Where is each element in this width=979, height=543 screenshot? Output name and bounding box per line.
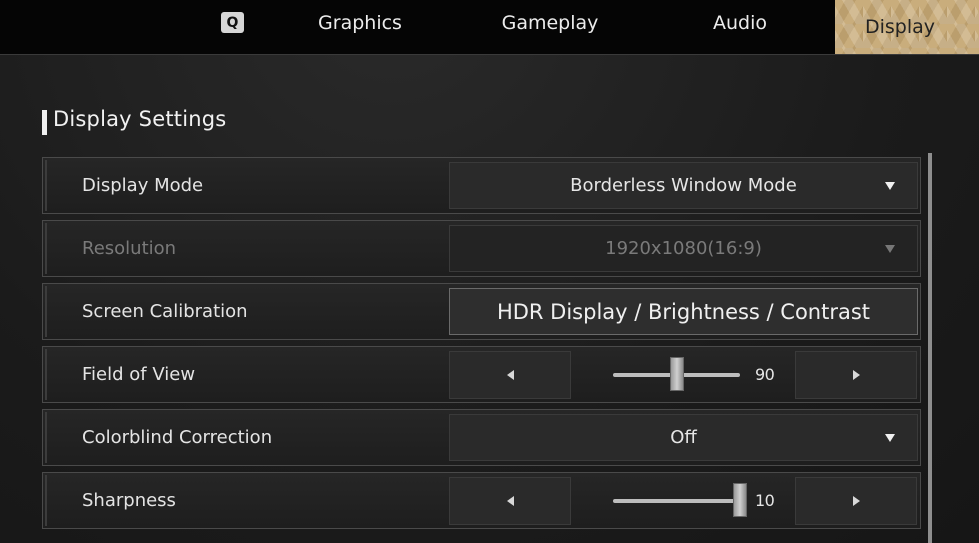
section-title: Display Settings [53,107,227,131]
slider-value: 10 [755,491,775,510]
scrollbar[interactable] [928,153,932,543]
slider-thumb[interactable] [669,357,684,391]
arrow-left-icon [506,370,514,380]
decrease-button[interactable] [449,351,571,399]
dropdown-value: 1920x1080(16:9) [605,238,762,259]
slider-thumb[interactable] [733,483,747,517]
slider-track[interactable] [613,499,740,503]
setting-label: Field of View [82,364,196,385]
tab-audio[interactable]: Audio [690,0,790,46]
arrow-right-icon [852,370,860,380]
slider-value: 90 [755,365,775,384]
section-marker [42,110,47,135]
increase-button[interactable] [795,477,917,525]
setting-label: Resolution [82,238,177,259]
arrow-left-icon [506,496,514,506]
setting-row-colorblind-correction: Colorblind Correction Off [42,409,921,466]
settings-screen: Q Graphics Gameplay Audio Display Displa… [0,0,979,543]
top-navigation: Q Graphics Gameplay Audio Display [0,0,979,55]
decrease-button[interactable] [449,477,571,525]
display-mode-dropdown[interactable]: Borderless Window Mode [449,162,918,209]
setting-row-resolution: Resolution 1920x1080(16:9) [42,220,921,277]
increase-button[interactable] [795,351,917,399]
chevron-down-icon [885,433,895,442]
tab-graphics[interactable]: Graphics [300,0,420,46]
setting-label: Sharpness [82,490,176,511]
setting-label: Colorblind Correction [82,427,273,448]
dropdown-value: Borderless Window Mode [570,175,797,196]
q-key-hint[interactable]: Q [221,12,244,33]
tab-gameplay[interactable]: Gameplay [480,0,620,46]
setting-label: Display Mode [82,175,204,196]
chevron-down-icon [885,244,895,253]
resolution-dropdown: 1920x1080(16:9) [449,225,918,272]
colorblind-dropdown[interactable]: Off [449,414,918,461]
tab-display[interactable]: Display [835,0,979,54]
chevron-down-icon [885,181,895,190]
setting-row-display-mode: Display Mode Borderless Window Mode [42,157,921,214]
arrow-right-icon [852,496,860,506]
setting-row-sharpness: Sharpness 10 [42,472,921,529]
dropdown-value: Off [670,427,697,448]
setting-label: Screen Calibration [82,301,248,322]
screen-calibration-button[interactable]: HDR Display / Brightness / Contrast [449,288,918,335]
setting-row-screen-calibration: Screen Calibration HDR Display / Brightn… [42,283,921,340]
setting-row-field-of-view: Field of View 90 [42,346,921,403]
